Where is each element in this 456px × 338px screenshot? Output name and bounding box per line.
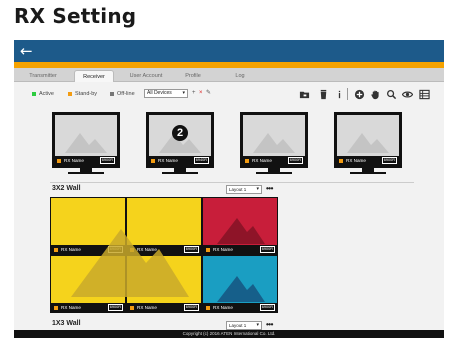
add-circle-icon[interactable] (354, 89, 365, 100)
section-divider (50, 182, 414, 183)
edit-filter-button[interactable]: ✎ (206, 89, 211, 98)
legend-standby: Stand-by (68, 91, 97, 97)
status-standby-indicator (206, 247, 210, 252)
footer-copyright: Copyright (c) 2016 ATEN International Co… (14, 330, 444, 338)
legend-label: Active (39, 91, 54, 97)
layout-select[interactable]: Layout 1 (226, 321, 262, 330)
receiver-name: RX Name (213, 247, 233, 252)
hand-icon[interactable] (370, 89, 381, 100)
receiver-name: RX Name (346, 158, 366, 163)
info-icon[interactable] (334, 89, 345, 100)
receiver-resolution: 6900R (183, 246, 199, 253)
tab-bar: Transmitter Receiver User Account Profil… (14, 68, 444, 82)
legend-active: Active (32, 91, 54, 97)
wall-title: 3X2 Wall (52, 185, 81, 192)
video-wall-3x2: RX Name 6900R RX Name 6900R RX Name 6900… (50, 197, 278, 313)
status-offline-swatch (110, 92, 114, 96)
status-standby-indicator (130, 247, 134, 252)
app-window: ← Transmitter Receiver User Account Prof… (14, 40, 444, 338)
receiver-name: RX Name (137, 247, 157, 252)
wall-cell[interactable]: RX Name 6900R (203, 198, 277, 254)
status-active-swatch (32, 92, 36, 96)
receiver-name: RX Name (137, 305, 157, 310)
wall-cell[interactable]: RX Name 6900R (127, 198, 201, 254)
status-standby-indicator (206, 305, 210, 310)
tab-transmitter[interactable]: Transmitter (24, 70, 62, 82)
monitor-screen: RX Name 6900R (334, 112, 402, 168)
device-filter-select[interactable]: All Devices (144, 89, 188, 98)
trash-icon[interactable] (318, 89, 329, 100)
add-filter-button[interactable]: + (192, 89, 196, 98)
receiver-name: RX Name (158, 158, 178, 163)
layout-select[interactable]: Layout 1 (226, 185, 262, 194)
page-heading: RX Setting (14, 4, 137, 28)
tab-receiver[interactable]: Receiver (74, 70, 114, 82)
eye-icon[interactable] (402, 89, 413, 100)
back-arrow-icon[interactable]: ← (20, 41, 33, 61)
receiver-name: RX Name (64, 158, 84, 163)
more-options-button[interactable]: ••• (266, 321, 273, 329)
callout-number-badge: 2 (172, 125, 188, 141)
top-bar: ← (14, 40, 444, 62)
monitor-screen: RX Name 6900R (52, 112, 120, 168)
receiver-resolution: 6900R (107, 304, 123, 311)
receiver-resolution: 6900R (259, 304, 275, 311)
tab-profile[interactable]: Profile (178, 70, 208, 82)
receiver-monitor[interactable]: RX Name 6900R (334, 112, 402, 174)
status-standby-swatch (68, 92, 72, 96)
receiver-resolution: 6900R (381, 157, 397, 164)
status-standby-indicator (245, 158, 249, 163)
receiver-resolution: 6900R (287, 157, 303, 164)
search-icon[interactable] (386, 89, 397, 100)
toolbar: Active Stand-by Off-line All Devices + ×… (14, 84, 444, 106)
status-standby-indicator (54, 247, 58, 252)
receiver-resolution: 6900R (259, 246, 275, 253)
wall-cell[interactable]: RX Name 6900R (51, 256, 125, 312)
receiver-resolution: 6900R (183, 304, 199, 311)
status-standby-indicator (339, 158, 343, 163)
tab-log[interactable]: Log (228, 70, 252, 82)
wall-title: 1X3 Wall (52, 320, 81, 327)
toolbar-divider (347, 88, 348, 100)
legend-label: Off-line (117, 91, 135, 97)
receiver-name: RX Name (213, 305, 233, 310)
receiver-name: RX Name (61, 247, 81, 252)
receiver-resolution: 6900R (107, 246, 123, 253)
legend-offline: Off-line (110, 91, 135, 97)
monitor-screen: 2 RX Name 6940R (146, 112, 214, 168)
receiver-resolution: 6900R (99, 157, 115, 164)
wall-cell[interactable]: RX Name 6900R (51, 198, 125, 254)
receiver-name: RX Name (252, 158, 272, 163)
list-view-icon[interactable] (419, 89, 430, 100)
status-standby-indicator (130, 305, 134, 310)
more-options-button[interactable]: ••• (266, 185, 273, 193)
wall-cell[interactable]: RX Name 6900R (127, 256, 201, 312)
receiver-resolution: 6940R (193, 157, 209, 164)
remove-filter-button[interactable]: × (199, 89, 203, 98)
status-standby-indicator (151, 158, 155, 163)
monitor-screen: RX Name 6900R (240, 112, 308, 168)
folder-icon[interactable] (299, 89, 310, 100)
legend-label: Stand-by (75, 91, 98, 97)
tab-user-account[interactable]: User Account (124, 70, 168, 82)
receiver-monitor[interactable]: RX Name 6900R (240, 112, 308, 174)
receiver-name: RX Name (61, 305, 81, 310)
wall-cell[interactable]: RX Name 6900R (203, 256, 277, 312)
status-standby-indicator (57, 158, 61, 163)
status-standby-indicator (54, 305, 58, 310)
receiver-monitor[interactable]: 2 RX Name 6940R (146, 112, 214, 174)
receiver-monitor[interactable]: RX Name 6900R (52, 112, 120, 174)
